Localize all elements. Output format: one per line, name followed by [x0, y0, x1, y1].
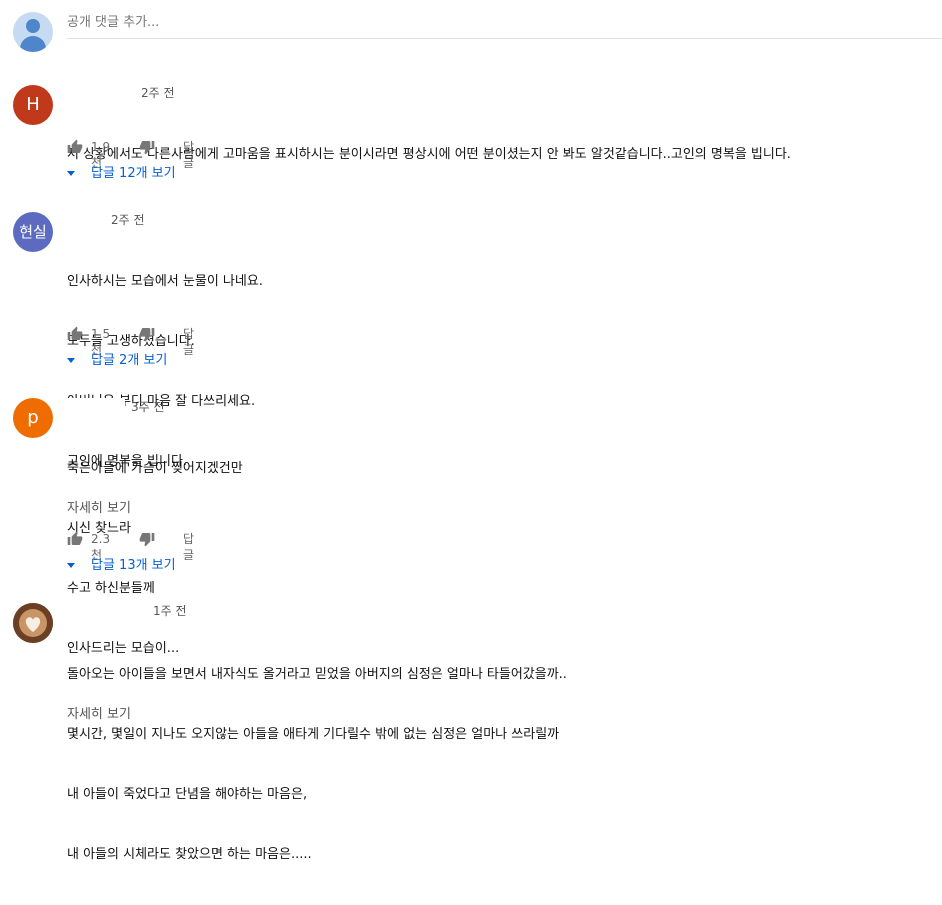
- chevron-down-icon: [67, 171, 75, 176]
- reply-button[interactable]: 답글: [183, 326, 194, 358]
- comment-time[interactable]: 3주 전: [131, 399, 165, 415]
- thumbs-up-icon[interactable]: [67, 326, 83, 342]
- comment-text: 저 상황에서도 다른사람에게 고마움을 표시하시는 분이시라면 평상시에 어떤 …: [67, 105, 791, 205]
- comment-time[interactable]: 2주 전: [141, 85, 175, 101]
- user-avatar-icon: [13, 12, 53, 52]
- chevron-down-icon: [67, 563, 75, 568]
- add-comment-input[interactable]: 공개 댓글 추가...: [67, 13, 942, 39]
- read-more-button[interactable]: 자세히 보기: [67, 706, 131, 724]
- author-name-redacted: [63, 602, 147, 620]
- comment-line: 저 상황에서도 다른사람에게 고마움을 표시하시는 분이시라면 평상시에 어떤 …: [67, 147, 791, 162]
- add-comment-row: 공개 댓글 추가...: [0, 0, 942, 60]
- avatar[interactable]: H: [13, 85, 53, 125]
- comment-line: 몇시간, 몇일이 지나도 오지않는 아들을 애타게 기다릴수 밖에 없는 심정은…: [67, 727, 560, 742]
- author-name-redacted: [63, 211, 105, 229]
- view-replies-label: 답글 13개 보기: [91, 558, 176, 573]
- comment-time[interactable]: 2주 전: [111, 212, 145, 228]
- read-more-button[interactable]: 자세히 보기: [67, 500, 131, 518]
- reply-button[interactable]: 답글: [183, 531, 194, 563]
- avatar[interactable]: [13, 603, 53, 643]
- thumbs-down-icon[interactable]: [139, 326, 155, 342]
- thumbs-up-icon[interactable]: [67, 531, 83, 547]
- thumbs-down-icon[interactable]: [139, 531, 155, 547]
- view-replies-label: 답글 2개 보기: [91, 353, 168, 368]
- reply-button[interactable]: 답글: [183, 139, 194, 171]
- comment-line: 내 아들이 죽었다고 단념을 해야하는 마음은,: [67, 787, 308, 802]
- author-name-redacted: [63, 398, 125, 416]
- comment-line: 수고 하신분들께: [67, 581, 155, 596]
- comment-line: 죽은아들에 가슴이 찢어지겠건만: [67, 461, 243, 476]
- view-replies-label: 답글 12개 보기: [91, 166, 176, 181]
- comment-text: 돌아오는 아이들을 보면서 내자식도 올거라고 믿었을 아버지의 심정은 얼마나…: [67, 625, 567, 905]
- thumbs-up-icon[interactable]: [67, 139, 83, 155]
- avatar[interactable]: p: [13, 398, 53, 438]
- comment-line: 내 아들의 시체라도 찾았으면 하는 마음은.....: [67, 847, 312, 862]
- comment-line: 인사하시는 모습에서 눈물이 나네요.: [67, 274, 263, 289]
- avatar[interactable]: 현실: [13, 212, 53, 252]
- author-name-redacted: [63, 84, 135, 102]
- latte-art-heart-icon: [13, 603, 53, 643]
- thumbs-down-icon[interactable]: [139, 139, 155, 155]
- comment-time[interactable]: 1주 전: [153, 603, 187, 619]
- chevron-down-icon: [67, 358, 75, 363]
- comment-line: 돌아오는 아이들을 보면서 내자식도 올거라고 믿었을 아버지의 심정은 얼마나…: [67, 667, 567, 682]
